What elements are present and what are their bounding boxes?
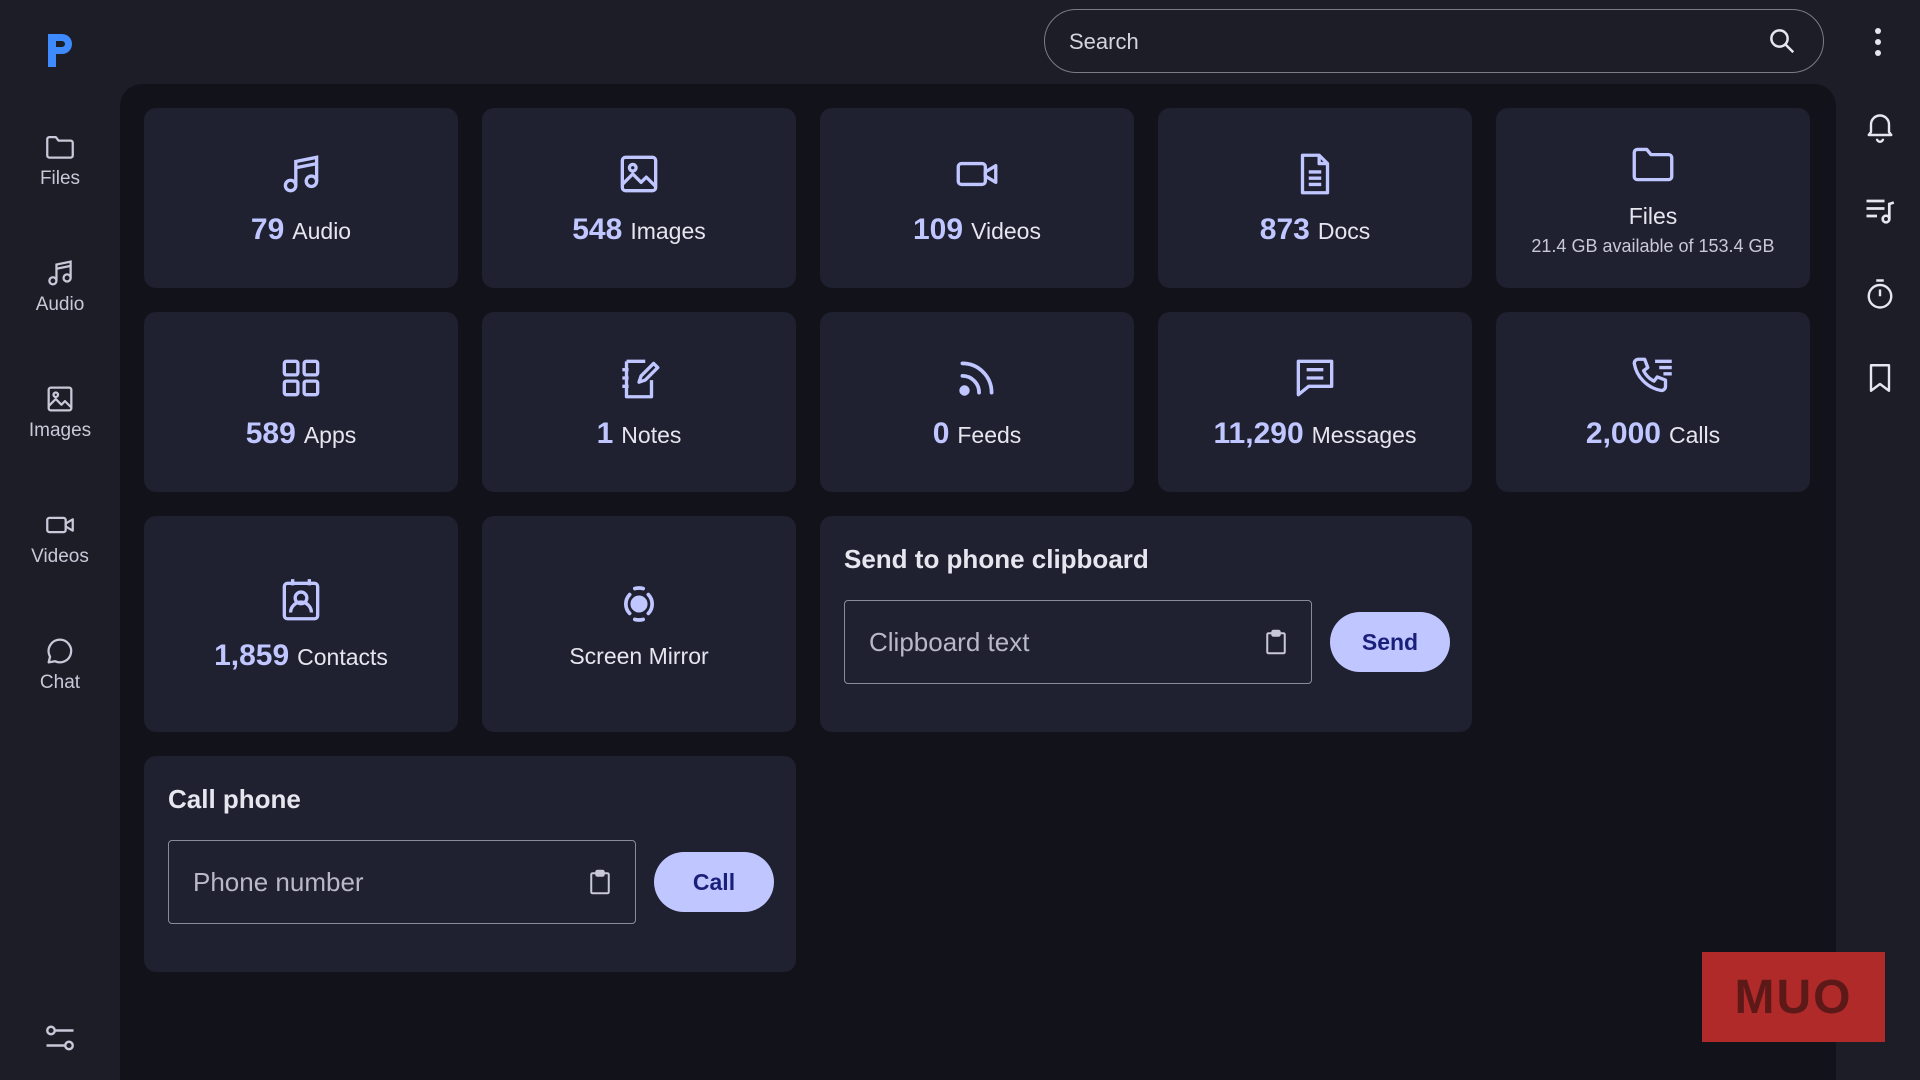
stat-count: 873: [1259, 213, 1310, 246]
nav-item-images[interactable]: Images: [10, 376, 110, 460]
stat-count: 1: [596, 417, 614, 450]
stat-card-docs[interactable]: 873 Docs: [1158, 108, 1472, 288]
stat-card-calls[interactable]: 2,000 Calls: [1496, 312, 1810, 492]
stat-card-apps[interactable]: 589 Apps: [144, 312, 458, 492]
stat-label: Images: [630, 218, 706, 244]
stat-count: 1,859: [214, 639, 290, 672]
folder-icon: [46, 135, 74, 159]
side-nav: Files Audio Images Videos Chat: [0, 0, 120, 1080]
nav-label: Images: [28, 420, 92, 441]
bookmark-button[interactable]: [1862, 360, 1898, 396]
watermark-text: MUO: [1734, 970, 1853, 1024]
search-icon[interactable]: [1767, 26, 1797, 56]
call-title: Call phone: [168, 784, 301, 814]
nav-item-files[interactable]: Files: [10, 124, 110, 208]
bell-icon: [1867, 114, 1893, 143]
right-toolbar: [1840, 0, 1920, 1080]
stat-label: Audio: [292, 218, 352, 244]
stat-card-contacts[interactable]: 1,859 Contacts: [144, 516, 458, 732]
call-card: Call phone Call: [144, 756, 796, 972]
document-icon: [1300, 153, 1330, 195]
stat-label: Calls: [1668, 422, 1721, 448]
muo-watermark: MUO: [1702, 952, 1885, 1042]
apps-grid-icon: [282, 359, 320, 397]
image-icon: [620, 155, 658, 193]
stat-count: 2,000: [1585, 417, 1661, 450]
stat-label: Docs: [1317, 218, 1371, 244]
timer-icon: [1867, 279, 1893, 309]
sliders-icon: [46, 1025, 74, 1051]
stat-count: 11,290: [1213, 417, 1304, 450]
send-button[interactable]: Send: [1330, 612, 1450, 672]
nav-item-videos[interactable]: Videos: [10, 502, 110, 586]
playlist-icon: [1866, 199, 1895, 224]
search-bar[interactable]: [1044, 9, 1824, 73]
main-panel: 79 Audio 548 Images 109 Videos 873 Docs File…: [120, 84, 1836, 1080]
stat-label: Videos: [971, 218, 1041, 244]
contact-icon: [282, 579, 320, 621]
message-icon: [1296, 359, 1334, 397]
rss-feed-icon: [959, 361, 994, 396]
stat-count: 0: [932, 417, 950, 450]
stat-card-images[interactable]: 548 Images: [482, 108, 796, 288]
video-camera-icon: [46, 516, 74, 534]
playlist-button[interactable]: [1862, 192, 1898, 228]
stat-card-screen-mirror[interactable]: Screen Mirror: [482, 516, 796, 732]
stat-label: Contacts: [297, 644, 388, 670]
stat-card-audio[interactable]: 79 Audio: [144, 108, 458, 288]
folder-icon: [1632, 147, 1674, 182]
clipboard-input[interactable]: [867, 601, 1251, 684]
nav-item-chat[interactable]: Chat: [10, 628, 110, 712]
stat-card-messages[interactable]: 11,290 Messages: [1158, 312, 1472, 492]
p-logo[interactable]: [44, 30, 76, 70]
clipboard-field[interactable]: [844, 600, 1312, 684]
bookmark-icon: [1869, 364, 1891, 392]
phone-number-input[interactable]: [191, 841, 575, 924]
image-icon: [47, 386, 73, 412]
timer-button[interactable]: [1862, 276, 1898, 312]
search-input[interactable]: [1067, 10, 1751, 73]
music-note-icon: [48, 260, 72, 286]
stat-card-feeds[interactable]: 0 Feeds: [820, 312, 1134, 492]
stat-label: Screen Mirror: [569, 642, 709, 669]
nav-label: Videos: [31, 546, 89, 567]
clipboard-title: Send to phone clipboard: [844, 544, 1149, 574]
stat-count: 548: [572, 213, 623, 246]
notes-icon: [622, 359, 660, 399]
nav-label: Files: [39, 168, 81, 189]
storage-info: 21.4 GB available of 153.4 GB: [1531, 236, 1775, 256]
screen-mirror-icon: [624, 585, 654, 622]
stat-count: 589: [245, 417, 296, 450]
nav-label: Audio: [35, 294, 85, 315]
stat-label: Files: [1628, 203, 1678, 229]
stat-card-files[interactable]: Files 21.4 GB available of 153.4 GB: [1496, 108, 1810, 288]
settings-button[interactable]: [42, 1020, 78, 1056]
stat-count: 109: [913, 213, 964, 246]
chat-bubble-icon: [47, 638, 73, 664]
stat-label: Apps: [303, 422, 357, 448]
stat-label: Notes: [621, 422, 682, 448]
stat-count: 79: [250, 213, 285, 246]
stat-label: Messages: [1311, 422, 1417, 448]
stat-card-notes[interactable]: 1 Notes: [482, 312, 796, 492]
music-note-icon: [283, 155, 319, 193]
stat-card-videos[interactable]: 109 Videos: [820, 108, 1134, 288]
clipboard-icon[interactable]: [585, 865, 615, 899]
call-button[interactable]: Call: [654, 852, 774, 912]
call-log-icon: [1632, 357, 1672, 393]
video-camera-icon: [956, 161, 998, 187]
phone-field[interactable]: [168, 840, 636, 924]
stat-label: Feeds: [957, 422, 1022, 448]
notifications-button[interactable]: [1862, 108, 1898, 144]
clipboard-icon[interactable]: [1261, 625, 1291, 659]
clipboard-card: Send to phone clipboard Send: [820, 516, 1472, 732]
nav-label: Chat: [39, 672, 81, 693]
nav-item-audio[interactable]: Audio: [10, 250, 110, 334]
